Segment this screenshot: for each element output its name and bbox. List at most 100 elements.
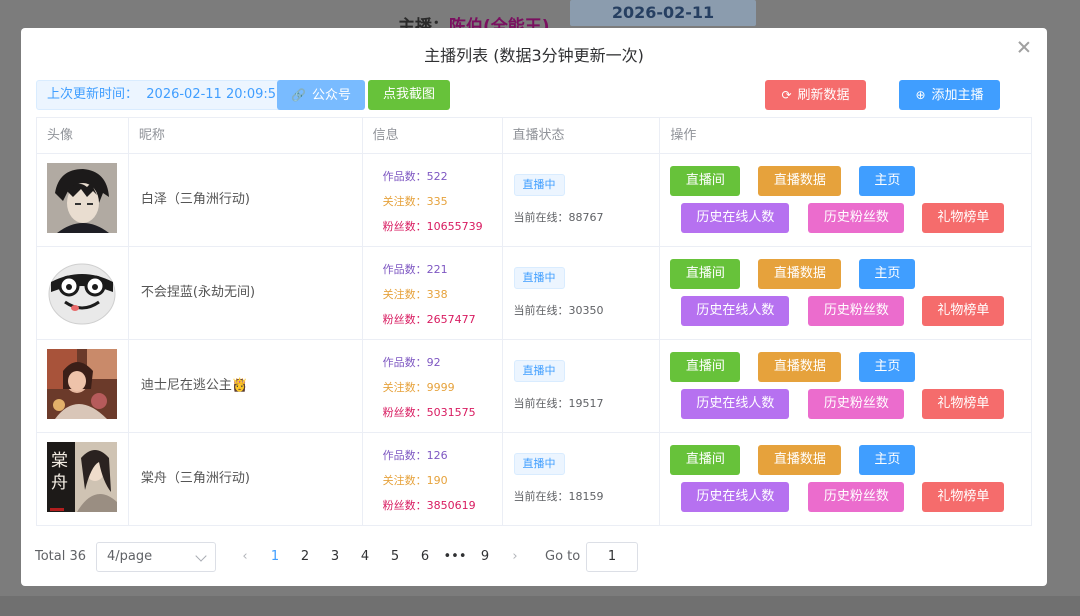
- avatar-cell: 棠舟: [37, 433, 129, 525]
- online-value: 30350: [568, 304, 604, 317]
- add-streamer-button[interactable]: ⊕ 添加主播: [899, 80, 1000, 110]
- follows-label: 关注数：: [382, 195, 427, 208]
- avatar-cell: [37, 154, 129, 246]
- avatar: [47, 163, 117, 233]
- fans-label: 粉丝数：: [382, 220, 427, 233]
- more-pages-ellipsis[interactable]: •••: [441, 542, 469, 572]
- table-row: 不会捏蓝(永劫无间) 作品数：221 关注数：338 粉丝数：2657477 直…: [37, 247, 1032, 340]
- homepage-button[interactable]: 主页: [859, 166, 916, 196]
- follows-value: 335: [426, 195, 448, 208]
- works-label: 作品数：: [382, 449, 427, 462]
- goto-page-input[interactable]: 1: [586, 542, 638, 572]
- online-label: 当前在线：: [513, 211, 569, 224]
- header-nickname: 昵称: [129, 118, 363, 153]
- live-data-button[interactable]: 直播数据: [758, 445, 842, 475]
- follows-count: 关注数：335: [383, 193, 448, 209]
- avatar: [47, 349, 117, 419]
- follows-count: 关注数：9999: [383, 379, 455, 395]
- gift-rank-button[interactable]: 礼物榜单: [922, 296, 1005, 326]
- screenshot-button[interactable]: 点我截图: [368, 80, 450, 110]
- status-cell: 直播中 当前在线：30350: [503, 247, 661, 339]
- online-count: 当前在线：30350: [514, 302, 604, 318]
- history-online-button[interactable]: 历史在线人数: [681, 389, 790, 419]
- history-online-button[interactable]: 历史在线人数: [681, 482, 790, 512]
- table-row: 白泽（三角洲行动) 作品数：522 关注数：335 粉丝数：10655739 直…: [37, 154, 1032, 247]
- avatar-cell: [37, 247, 129, 339]
- table-header-row: 头像 昵称 信息 直播状态 操作: [37, 118, 1032, 154]
- status-cell: 直播中 当前在线：88767: [503, 154, 661, 246]
- works-count: 作品数：92: [383, 354, 441, 370]
- works-label: 作品数：: [382, 356, 427, 369]
- homepage-button[interactable]: 主页: [859, 259, 916, 289]
- link-icon: 🔗: [291, 88, 306, 102]
- avatar-calligraphy: 棠舟: [51, 451, 68, 493]
- close-icon[interactable]: [1017, 40, 1031, 54]
- info-cell: 作品数：126 关注数：190 粉丝数：3850619: [363, 433, 503, 525]
- nickname: 白泽（三角洲行动): [140, 192, 250, 207]
- online-value: 18159: [568, 490, 604, 503]
- page-1[interactable]: 1: [261, 542, 289, 572]
- fans-label: 粉丝数：: [382, 499, 427, 512]
- live-data-button[interactable]: 直播数据: [758, 352, 842, 382]
- works-value: 221: [426, 263, 448, 276]
- history-fans-button[interactable]: 历史粉丝数: [808, 203, 905, 233]
- refresh-data-button[interactable]: ⟳ 刷新数据: [765, 80, 866, 110]
- page-6[interactable]: 6: [411, 542, 439, 572]
- online-count: 当前在线：88767: [514, 209, 604, 225]
- history-online-button[interactable]: 历史在线人数: [681, 203, 790, 233]
- status-badge: 直播中: [513, 267, 565, 289]
- homepage-button[interactable]: 主页: [859, 445, 916, 475]
- nickname-cell: 不会捏蓝(永劫无间): [129, 247, 363, 339]
- status-badge: 直播中: [513, 453, 565, 475]
- gift-rank-button[interactable]: 礼物榜单: [922, 482, 1005, 512]
- header-avatar: 头像: [37, 118, 129, 153]
- follows-value: 9999: [426, 381, 455, 394]
- gift-rank-button[interactable]: 礼物榜单: [922, 389, 1005, 419]
- history-fans-button[interactable]: 历史粉丝数: [808, 482, 905, 512]
- follows-label: 关注数：: [382, 288, 427, 301]
- live-data-button[interactable]: 直播数据: [758, 259, 842, 289]
- works-label: 作品数：: [382, 170, 427, 183]
- follows-label: 关注数：: [382, 381, 427, 394]
- page-5[interactable]: 5: [381, 542, 409, 572]
- dialog-title: 主播列表 (数据3分钟更新一次): [424, 46, 644, 65]
- info-cell: 作品数：221 关注数：338 粉丝数：2657477: [363, 247, 503, 339]
- gift-rank-button[interactable]: 礼物榜单: [922, 203, 1005, 233]
- page-4[interactable]: 4: [351, 542, 379, 572]
- page-3[interactable]: 3: [321, 542, 349, 572]
- works-value: 92: [426, 356, 441, 369]
- live-data-button[interactable]: 直播数据: [758, 166, 842, 196]
- nickname-cell: 棠舟（三角洲行动): [129, 433, 363, 525]
- online-label: 当前在线：: [513, 490, 569, 503]
- follows-count: 关注数：190: [383, 472, 448, 488]
- follows-count: 关注数：338: [383, 286, 448, 302]
- background-footer: [0, 596, 1080, 616]
- page-9[interactable]: 9: [471, 542, 499, 572]
- prev-page-button[interactable]: ‹: [231, 542, 259, 572]
- page-2[interactable]: 2: [291, 542, 319, 572]
- live-room-button[interactable]: 直播间: [670, 445, 741, 475]
- table-row: 棠舟 棠舟（三角洲行动) 作品数：126 关注数：190 粉丝数：3850619…: [37, 433, 1032, 526]
- nickname: 棠舟（三角洲行动): [140, 471, 250, 486]
- pagination: Total 36 4/page ‹ 1 2 3 4 5 6 ••• 9 › Go…: [35, 542, 1025, 572]
- history-online-button[interactable]: 历史在线人数: [681, 296, 790, 326]
- live-room-button[interactable]: 直播间: [670, 259, 741, 289]
- wechat-account-button[interactable]: 🔗 公众号: [277, 80, 365, 110]
- works-count: 作品数：126: [383, 447, 448, 463]
- total-count: Total 36: [35, 549, 87, 564]
- live-room-button[interactable]: 直播间: [670, 166, 741, 196]
- history-fans-button[interactable]: 历史粉丝数: [808, 296, 905, 326]
- next-page-button[interactable]: ›: [501, 542, 529, 572]
- goto-label: Go to: [545, 549, 581, 564]
- works-count: 作品数：522: [383, 168, 448, 184]
- online-value: 88767: [568, 211, 604, 224]
- history-fans-button[interactable]: 历史粉丝数: [808, 389, 905, 419]
- homepage-button[interactable]: 主页: [859, 352, 916, 382]
- avatar: 棠舟: [47, 442, 117, 512]
- fans-count: 粉丝数：2657477: [383, 311, 476, 327]
- last-update-tag: 上次更新时间： 2026-02-11 20:09:59: [36, 80, 296, 110]
- page-size-select[interactable]: 4/page: [96, 542, 216, 572]
- online-label: 当前在线：: [513, 397, 569, 410]
- live-room-button[interactable]: 直播间: [670, 352, 741, 382]
- chevron-down-icon: [195, 550, 207, 562]
